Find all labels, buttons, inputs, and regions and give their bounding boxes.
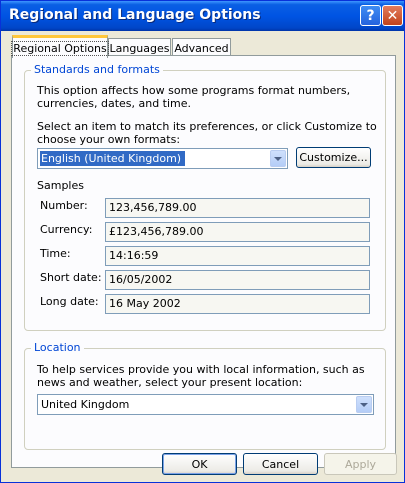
help-icon: ? <box>366 7 375 24</box>
sample-label-currency: Currency: <box>40 223 93 236</box>
apply-button: Apply <box>324 453 397 475</box>
standards-group: Standards and formats This option affect… <box>24 63 386 331</box>
ok-button[interactable]: OK <box>162 453 237 475</box>
locale-dropdown-button[interactable] <box>270 150 286 167</box>
tab-label: Advanced <box>174 42 229 55</box>
sample-value-time: 14:16:59 <box>105 246 370 266</box>
sample-value-short-date: 16/05/2002 <box>105 270 370 290</box>
location-legend: Location <box>31 341 84 354</box>
standards-legend: Standards and formats <box>31 63 163 76</box>
standards-intro: This option affects how some programs fo… <box>37 84 351 110</box>
title-bar[interactable]: Regional and Language Options ? ✕ <box>1 1 404 31</box>
select-prompt: Select an item to match its preferences,… <box>37 120 377 146</box>
ok-label: OK <box>191 457 208 471</box>
locale-select-value: English (United Kingdom) <box>40 151 186 166</box>
cancel-button[interactable]: Cancel <box>243 453 318 475</box>
tab-label: Languages <box>109 42 170 55</box>
sample-value-long-date: 16 May 2002 <box>105 294 370 314</box>
dialog-body: Languages Advanced Regional Options Stan… <box>4 31 401 481</box>
location-select-value: United Kingdom <box>41 398 130 411</box>
sample-label-short-date: Short date: <box>40 271 102 284</box>
apply-label: Apply <box>344 457 377 471</box>
cancel-label: Cancel <box>261 457 300 471</box>
location-intro: To help services provide you with local … <box>37 363 365 389</box>
location-dropdown-button[interactable] <box>356 396 372 413</box>
tab-label: Regional Options <box>11 40 109 56</box>
tab-panel: Standards and formats This option affect… <box>11 55 396 468</box>
locale-select[interactable]: English (United Kingdom) <box>37 148 288 169</box>
help-button[interactable]: ? <box>360 5 381 26</box>
tab-regional-options[interactable]: Regional Options <box>11 35 109 58</box>
location-group: Location To help services provide you wi… <box>24 341 386 450</box>
customize-button[interactable]: Customize... <box>296 147 371 168</box>
sample-label-long-date: Long date: <box>40 295 99 308</box>
sample-label-number: Number: <box>40 199 88 212</box>
close-button[interactable]: ✕ <box>382 5 403 26</box>
sample-value-number: 123,456,789.00 <box>105 198 370 218</box>
dialog-window: Regional and Language Options ? ✕ Langua… <box>0 0 405 483</box>
chevron-down-icon <box>274 156 282 161</box>
sample-label-time: Time: <box>40 247 71 260</box>
location-select[interactable]: United Kingdom <box>37 394 374 415</box>
customize-label: Customize... <box>299 151 368 164</box>
close-icon: ✕ <box>386 7 399 24</box>
sample-value-currency: £123,456,789.00 <box>105 222 370 242</box>
chevron-down-icon <box>360 402 368 407</box>
samples-heading: Samples <box>37 179 84 192</box>
window-title: Regional and Language Options <box>9 7 261 23</box>
